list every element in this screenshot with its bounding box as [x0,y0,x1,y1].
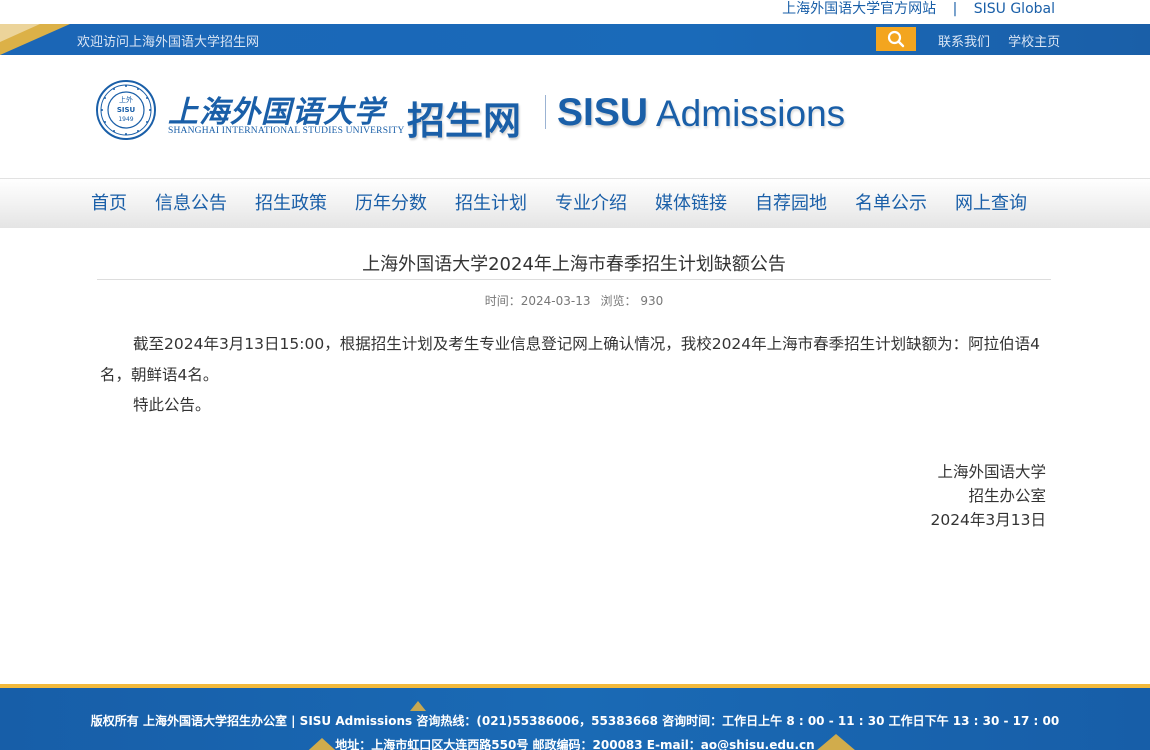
site-header: 上外 SISU 1949 上海外国语大学 SHANGHAI INTERNATIO… [0,55,1150,178]
footer-address: 地址：上海市虹口区大连西路550号 邮政编码：200083 E-mail：ao@… [335,738,815,750]
article-signature: 上海外国语大学 招生办公室 2024年3月13日 [930,460,1046,532]
svg-text:SISU: SISU [117,106,136,114]
nav-item-plan[interactable]: 招生计划 [441,179,541,229]
nav-item-scores[interactable]: 历年分数 [341,179,441,229]
site-name-admissions: Admissions [656,93,846,134]
article-paragraph: 截至2024年3月13日15:00，根据招生计划及考生专业信息登记网上确认情况，… [100,335,1041,384]
university-seal-logo[interactable]: 上外 SISU 1949 [96,80,156,140]
welcome-text: 欢迎访问上海外国语大学招生网 [77,35,260,50]
official-site-link[interactable]: 上海外国语大学官方网站 [782,1,936,17]
nav-item-self-recommend[interactable]: 自荐园地 [741,179,841,229]
nav-item-publicity[interactable]: 名单公示 [841,179,941,229]
footer-copyright: 版权所有 上海外国语大学招生办公室 | SISU Admissions 咨询热线… [90,714,1060,728]
search-button[interactable] [876,27,916,51]
views-label: 浏览： [600,294,637,308]
nav-item-online-query[interactable]: 网上查询 [941,179,1041,229]
nav-item-announcements[interactable]: 信息公告 [141,179,241,229]
nav-item-majors[interactable]: 专业介绍 [541,179,641,229]
site-name-sisu: SISU [557,91,649,134]
title-divider [97,279,1051,280]
article-title: 上海外国语大学2024年上海市春季招生计划缺额公告 [362,254,786,275]
time-label: 时间： [484,294,521,308]
article-paragraph: 特此公告。 [133,396,211,414]
svg-text:上外: 上外 [119,95,133,104]
svg-text:1949: 1949 [118,116,133,123]
publish-date: 2024-03-13 [520,294,591,308]
school-homepage-link[interactable]: 学校主页 [1008,35,1060,50]
bar-decoration-light [0,24,40,42]
site-footer: 版权所有 上海外国语大学招生办公室 | SISU Admissions 咨询热线… [0,684,1150,750]
header-divider [545,95,546,129]
article-meta: 时间：2024-03-13 浏览： 930 [97,292,1051,309]
site-name-cn: 招生网 [407,99,522,143]
search-icon [887,30,905,48]
nav-item-media[interactable]: 媒体链接 [641,179,741,229]
university-name-en: SHANGHAI INTERNATIONAL STUDIES UNIVERSIT… [168,126,405,136]
article: 上海外国语大学2024年上海市春季招生计划缺额公告 时间：2024-03-13 浏… [0,228,1150,686]
top-links: 上海外国语大学官方网站 | SISU Global [0,0,1150,24]
top-links-separator: | [952,1,958,17]
main-nav: 首页 信息公告 招生政策 历年分数 招生计划 专业介绍 媒体链接 自荐园地 名单… [0,178,1150,228]
signature-date: 2024年3月13日 [930,511,1046,529]
nav-item-policy[interactable]: 招生政策 [241,179,341,229]
footer-decoration [410,701,426,711]
signature-dept: 招生办公室 [968,487,1046,505]
nav-item-home[interactable]: 首页 [77,179,141,229]
top-bar: 欢迎访问上海外国语大学招生网 联系我们 学校主页 [0,24,1150,55]
sisu-global-link[interactable]: SISU Global [974,1,1055,17]
signature-org: 上海外国语大学 [937,463,1046,481]
article-body: 截至2024年3月13日15:00，根据招生计划及考生专业信息登记网上确认情况，… [100,329,1050,421]
university-name-cn: 上海外国语大学 [168,95,385,130]
view-count: 930 [640,294,664,308]
contact-us-link[interactable]: 联系我们 [938,35,990,50]
